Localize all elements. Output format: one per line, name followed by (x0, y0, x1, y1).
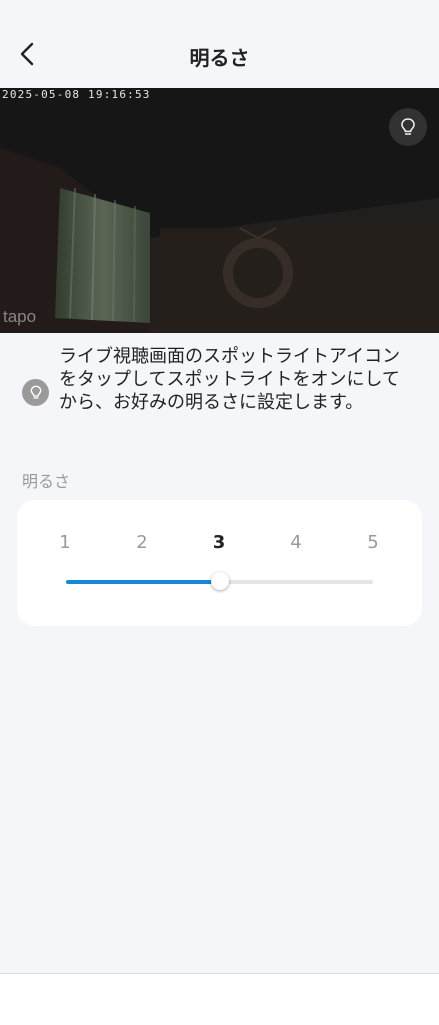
brightness-slider-thumb[interactable] (210, 572, 229, 590)
camera-scene-image (0, 88, 439, 333)
brightness-level-1[interactable]: 1 (50, 532, 80, 553)
brightness-level-5[interactable]: 5 (358, 532, 388, 553)
spotlight-toggle-button[interactable] (389, 108, 427, 146)
video-timestamp: 2025-05-08 19:16:53 (2, 88, 151, 101)
lightbulb-icon (30, 385, 41, 399)
page-title: 明るさ (189, 46, 250, 70)
hint-lightbulb-badge (22, 379, 49, 406)
brand-watermark: tapo (3, 307, 37, 326)
brightness-level-3[interactable]: 3 (204, 532, 234, 553)
bottom-bar (0, 973, 439, 1025)
brightness-section-label: 明るさ (22, 472, 71, 491)
lightbulb-icon (401, 118, 415, 135)
hint-text: ライブ視聴画面のスポットライトアイコンをタップしてスポットライトをオンにしてから… (59, 346, 401, 413)
brightness-slider-fill (66, 580, 220, 584)
app-header: 明るさ (0, 0, 439, 88)
brightness-card: 1 2 3 4 5 (17, 500, 422, 626)
brightness-level-2[interactable]: 2 (127, 532, 157, 553)
brightness-level-4[interactable]: 4 (281, 532, 311, 553)
camera-preview: 2025-05-08 19:16:53 tapo (0, 88, 439, 333)
